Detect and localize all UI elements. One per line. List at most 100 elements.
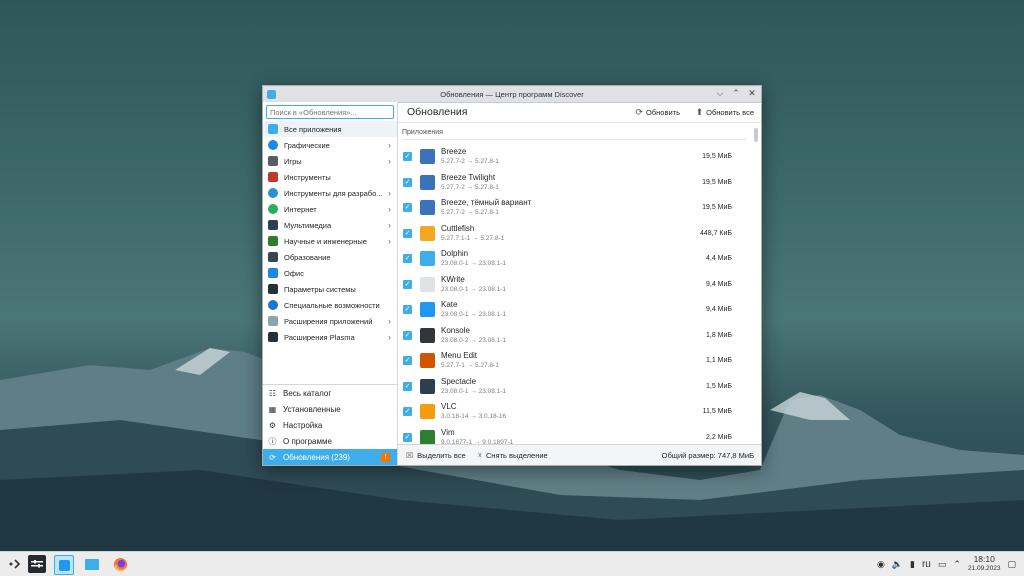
sidebar-item-label: Обновления (239)	[283, 452, 350, 462]
sidebar-item-category[interactable]: Игры ›	[263, 153, 397, 169]
sidebar-item-installed[interactable]: ▦ Установленные	[263, 401, 397, 417]
package-size: 1,8 МиБ	[705, 331, 732, 339]
close-button[interactable]: ✕	[747, 88, 757, 99]
system-settings-icon[interactable]	[28, 555, 46, 573]
package-size: 448,7 КиБ	[699, 229, 732, 237]
update-checkbox[interactable]: ✓	[403, 152, 412, 161]
refresh-button[interactable]: ⟳ Обновить	[635, 107, 680, 118]
display-icon[interactable]: ▭	[938, 559, 947, 570]
sidebar-item-category[interactable]: Параметры системы	[263, 281, 397, 297]
update-checkbox[interactable]: ✓	[403, 228, 412, 238]
update-row[interactable]: ✓ Cuttlefish 5.27.7.1-1 → 5.27.8-1 448,7 Ки…	[398, 221, 747, 247]
firefox-icon[interactable]	[111, 555, 129, 573]
update-row[interactable]: ✓ Breeze Twilight 5.27.7-2 → 5.27.8-1 19,5 …	[398, 170, 747, 196]
package-version: 5.27.7-2 → 5.27.8-1	[441, 183, 499, 191]
tray-expand-icon[interactable]: ⌃	[953, 559, 961, 570]
update-checkbox[interactable]: ✓	[403, 330, 412, 340]
package-version: 3.0.18-14 → 3.0.18-16	[441, 413, 507, 420]
update-checkbox[interactable]: ✓	[403, 279, 412, 289]
sidebar-item-info[interactable]: ⓘ О программе	[263, 433, 397, 449]
refresh-label: Обновить	[646, 108, 680, 117]
update-row[interactable]: ✓ KWrite 23.08.0-1 → 23.08.1-1 9,4 МиБ	[398, 272, 747, 298]
update-row[interactable]: ✓ Spectacle 23.08.0-1 → 23.08.1-1 1,5 МиБ	[398, 374, 747, 400]
update-checkbox[interactable]: ✓	[403, 305, 412, 314]
sidebar-item-category[interactable]: Интернет ›	[263, 201, 397, 217]
scrollbar-handle[interactable]	[754, 128, 758, 142]
sidebar-item-label: Расширения Plasma	[284, 332, 355, 342]
sidebar: Все приложенияГрафические›Игры›Инструмен…	[263, 102, 398, 465]
package-name: VLC	[441, 402, 457, 411]
sidebar-item-category[interactable]: Образование	[263, 249, 397, 265]
update-all-button[interactable]: ⬆ Обновить все	[696, 107, 754, 118]
search-input[interactable]	[270, 107, 393, 117]
configure-icon: ⚙	[268, 420, 277, 430]
update-row[interactable]: ✓ Vim 9.0.1677-1 → 9.0.1897-1 2,2 МиБ	[398, 425, 747, 445]
cuttlefish-icon	[420, 225, 435, 241]
dolphin-task-icon[interactable]	[83, 555, 101, 573]
update-row[interactable]: ✓ Breeze, тёмный вариант 5.27.7-2 → 5.27.8…	[398, 195, 747, 221]
update-row[interactable]: ✓ VLC 3.0.18-14 → 3.0.18-16 11,5 МиБ	[398, 399, 747, 425]
title-bar[interactable]: Обновления — Центр программ Discover ⌵ ⌃…	[263, 86, 761, 103]
update-row[interactable]: ✓ Breeze 5.27.7-2 → 5.27.8-1 19,5 МиБ	[398, 144, 747, 170]
chevron-right-icon: ›	[388, 204, 391, 214]
package-size: 19,5 МиБ	[702, 178, 732, 186]
select-all-button[interactable]: ☒ Выделить все	[406, 451, 466, 460]
sidebar-item-category[interactable]: Мультимедиа ›	[263, 217, 397, 233]
sidebar-item-label: Весь каталог	[283, 388, 332, 398]
update-row[interactable]: ✓ Kate 23.08.0-1 → 23.08.1-1 9,4 МиБ	[398, 297, 747, 323]
network-icon[interactable]: ◉	[877, 559, 885, 570]
sidebar-item-category[interactable]: Специальные возможности	[263, 297, 397, 313]
deselect-button[interactable]: ☓ Снять выделение	[478, 451, 548, 460]
clock[interactable]: 18:10 21.09.2023	[968, 555, 1001, 573]
system-tray: ◉ 🔈 ▮ ru ▭ ⌃ 18:10 21.09.2023 ▢	[877, 552, 1016, 576]
kwrite-icon	[420, 276, 435, 292]
section-label: Приложения	[402, 129, 443, 136]
vlc-icon	[420, 404, 435, 419]
menu-edit-icon	[420, 353, 435, 368]
update-checkbox[interactable]: ✓	[403, 177, 412, 187]
sidebar-item-category[interactable]: Расширения Plasma ›	[263, 329, 397, 345]
update-checkbox[interactable]: ✓	[403, 381, 412, 391]
update-row[interactable]: ✓ Menu Edit 5.27.7-1 → 5.27.8-1 1,1 МиБ	[398, 348, 747, 374]
battery-icon[interactable]: ▮	[910, 559, 915, 570]
maximize-button[interactable]: ⌃	[731, 88, 741, 99]
discover-task-icon[interactable]	[54, 555, 74, 575]
update-checkbox[interactable]: ✓	[403, 203, 412, 212]
package-version: 23.08.0-2 → 23.08.1-1	[441, 336, 507, 344]
package-size: 2,2 МиБ	[705, 433, 732, 441]
clock-date: 21.09.2023	[967, 565, 1001, 572]
sidebar-item-category[interactable]: Научные и инженерные ›	[263, 233, 397, 249]
update-row[interactable]: ✓ Dolphin 23.08.0-1 → 23.08.1-1 4,4 МиБ	[398, 246, 747, 272]
breeze-icon	[420, 149, 435, 164]
deselect-icon: ☓	[477, 450, 482, 460]
sidebar-item-category[interactable]: Офис	[263, 265, 397, 281]
sidebar-item-category[interactable]: Расширения приложений ›	[263, 313, 397, 329]
keyboard-layout[interactable]: ru	[922, 559, 931, 570]
sidebar-item-category[interactable]: Инструменты для разрабо... ›	[263, 185, 397, 201]
app-launcher-icon[interactable]	[6, 555, 24, 573]
sidebar-item-category[interactable]: Инструменты	[263, 169, 397, 185]
package-size: 19,5 МиБ	[702, 153, 732, 160]
gamepad-icon	[268, 156, 278, 166]
package-name: Konsole	[441, 325, 470, 335]
sidebar-item-label: Инструменты для разрабо...	[284, 188, 383, 198]
package-version: 23.08.0-1 → 23.08.1-1	[441, 285, 507, 293]
window-title: Обновления — Центр программ Discover	[440, 89, 584, 99]
sidebar-item-configure[interactable]: ⚙ Настройка	[263, 417, 397, 433]
package-version: 5.27.7.1-1 → 5.27.8-1	[441, 234, 505, 242]
sidebar-item-updates[interactable]: ⟳ Обновления (239)!	[263, 449, 397, 465]
sidebar-item-catalog[interactable]: ☷ Весь каталог	[263, 385, 397, 401]
internet-icon	[268, 204, 278, 214]
show-desktop-icon[interactable]: ▢	[1007, 559, 1016, 570]
sidebar-item-category[interactable]: Графические ›	[263, 137, 397, 153]
minimize-button[interactable]: ⌵	[715, 88, 725, 99]
sidebar-item-category[interactable]: Все приложения	[263, 121, 397, 137]
volume-icon[interactable]: 🔈	[892, 559, 903, 570]
update-checkbox[interactable]: ✓	[403, 356, 412, 365]
search-box[interactable]	[266, 105, 394, 119]
update-row[interactable]: ✓ Konsole 23.08.0-2 → 23.08.1-1 1,8 МиБ	[398, 323, 747, 349]
update-checkbox[interactable]: ✓	[403, 432, 412, 442]
spectacle-icon	[420, 378, 435, 394]
update-checkbox[interactable]: ✓	[403, 254, 412, 263]
update-checkbox[interactable]: ✓	[403, 407, 412, 416]
